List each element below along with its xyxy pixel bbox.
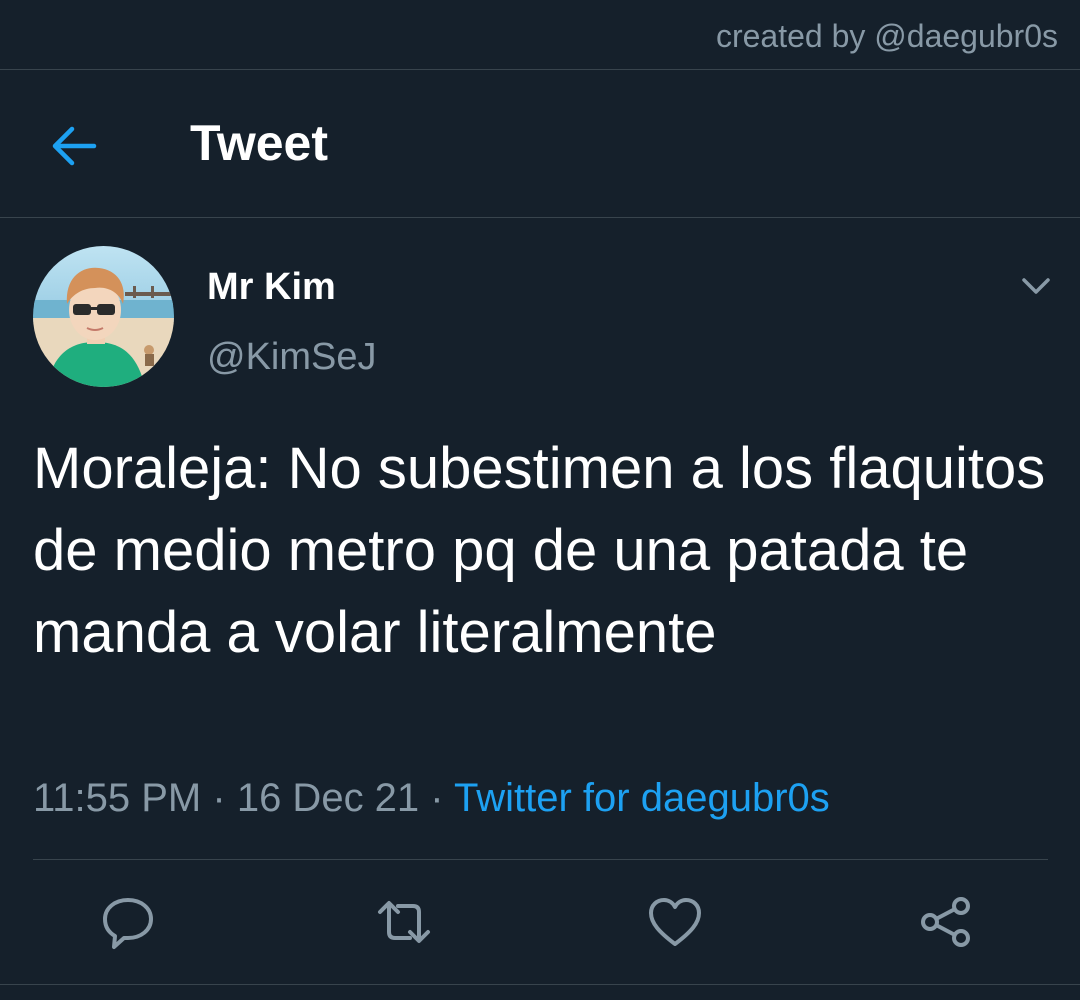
heart-icon	[649, 898, 701, 946]
share-button[interactable]	[916, 892, 976, 952]
credit-bar: created by @daegubr0s	[0, 0, 1080, 70]
retweet-button[interactable]	[374, 892, 434, 952]
reply-button[interactable]	[98, 892, 158, 952]
display-name[interactable]: Mr Kim	[207, 266, 336, 309]
page-title: Tweet	[190, 115, 328, 171]
tweet-source-link[interactable]: Twitter for daegubr0s	[454, 776, 830, 820]
meta-separator: ·	[430, 776, 444, 820]
tweet-meta: 11:55 PM · 16 Dec 21 · Twitter for daegu…	[33, 776, 830, 821]
tweet-time: 11:55 PM	[33, 776, 202, 820]
user-handle[interactable]: @KimSeJ	[207, 336, 377, 379]
back-button[interactable]	[48, 120, 100, 172]
tweet-header: Tweet	[0, 70, 1080, 218]
bottom-divider	[0, 984, 1080, 985]
meta-separator: ·	[212, 776, 226, 820]
tweet-date: 16 Dec 21	[236, 776, 420, 820]
more-options-button[interactable]	[1016, 268, 1056, 304]
divider	[33, 859, 1048, 860]
like-button[interactable]	[645, 892, 705, 952]
avatar-photo	[33, 246, 174, 387]
avatar[interactable]	[33, 246, 174, 387]
share-icon	[921, 897, 970, 947]
credit-text: created by @daegubr0s	[715, 18, 1058, 54]
tweet-text: Moraleja: No subestimen a los flaquitos …	[33, 436, 1046, 665]
arrow-left-icon	[52, 126, 97, 166]
retweet-icon	[378, 901, 430, 943]
reply-icon	[103, 898, 153, 949]
chevron-down-icon	[1022, 278, 1050, 294]
